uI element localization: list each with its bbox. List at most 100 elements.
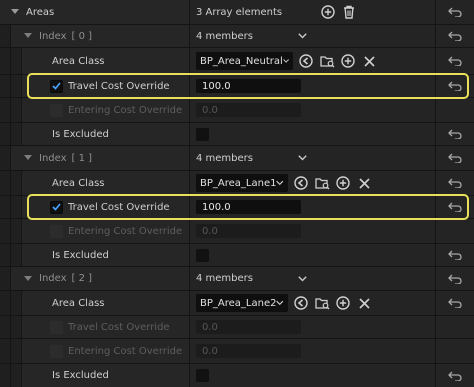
chevron-down-icon bbox=[283, 59, 289, 63]
entering-cost-checkbox[interactable] bbox=[50, 224, 63, 238]
entering-cost-checkbox[interactable] bbox=[50, 103, 63, 117]
reset-icon bbox=[448, 250, 462, 260]
is-excluded-row: Is Excluded bbox=[0, 364, 474, 387]
reset-icon bbox=[448, 81, 462, 91]
reset-area-class-button[interactable] bbox=[435, 291, 474, 315]
add-icon bbox=[341, 54, 355, 68]
chevron-down-icon[interactable] bbox=[21, 33, 35, 39]
clear-button[interactable] bbox=[356, 295, 372, 311]
use-selected-icon bbox=[294, 176, 308, 190]
members-count: 4 members bbox=[196, 30, 253, 42]
trash-icon bbox=[344, 5, 355, 19]
use-selected-icon bbox=[299, 54, 313, 68]
clear-button[interactable] bbox=[361, 53, 377, 69]
reset-index-button[interactable] bbox=[435, 146, 474, 170]
chevron-down-icon[interactable] bbox=[21, 275, 35, 282]
reset-icon bbox=[448, 31, 462, 41]
area-class-value: BP_Area_Lane2 bbox=[200, 297, 277, 309]
browse-button[interactable] bbox=[314, 295, 330, 311]
index-row: Index [ 0 ] 4 members bbox=[0, 25, 474, 47]
reset-travel-cost-button[interactable] bbox=[435, 75, 474, 97]
is-excluded-row: Is Excluded bbox=[0, 244, 474, 266]
reset-column bbox=[435, 98, 474, 122]
area-class-combo[interactable]: BP_Area_Lane1 bbox=[196, 174, 288, 192]
add-button[interactable] bbox=[340, 53, 356, 69]
areas-row: Areas 3 Array elements bbox=[0, 0, 474, 24]
chevron-down-icon[interactable] bbox=[8, 9, 22, 15]
area-class-combo[interactable]: BP_Area_Neutral bbox=[196, 52, 293, 70]
is-excluded-checkbox[interactable] bbox=[196, 248, 209, 262]
reset-icon bbox=[448, 153, 462, 163]
is-excluded-checkbox[interactable] bbox=[196, 369, 209, 382]
reset-column bbox=[435, 316, 474, 338]
areas-label: Areas bbox=[26, 6, 55, 18]
reset-is-excluded-button[interactable] bbox=[435, 123, 474, 145]
travel-cost-checkbox[interactable] bbox=[50, 79, 63, 93]
entering-cost-checkbox[interactable] bbox=[50, 344, 63, 358]
entering-cost-label: Entering Cost Override bbox=[68, 225, 183, 237]
reset-is-excluded-button[interactable] bbox=[435, 244, 474, 266]
reset-column bbox=[435, 339, 474, 363]
add-button[interactable] bbox=[335, 175, 351, 191]
is-excluded-row: Is Excluded bbox=[0, 123, 474, 145]
reset-icon bbox=[448, 7, 462, 17]
use-selected-button[interactable] bbox=[293, 295, 309, 311]
travel-cost-field[interactable]: 100.0 bbox=[196, 200, 301, 214]
add-button[interactable] bbox=[335, 295, 351, 311]
browse-button[interactable] bbox=[319, 53, 335, 69]
use-selected-icon bbox=[294, 296, 308, 310]
is-excluded-checkbox[interactable] bbox=[196, 127, 209, 141]
chevron-down-icon[interactable] bbox=[21, 155, 35, 161]
is-excluded-label: Is Excluded bbox=[52, 370, 109, 381]
reset-travel-cost-button[interactable] bbox=[435, 196, 474, 218]
area-class-row: Area Class BP_Area_Lane2 bbox=[0, 291, 474, 315]
close-icon bbox=[358, 177, 370, 189]
clear-button[interactable] bbox=[356, 175, 372, 191]
reset-is-excluded-button[interactable] bbox=[435, 364, 474, 387]
chevron-down-icon[interactable] bbox=[295, 275, 309, 282]
area-class-label: Area Class bbox=[52, 177, 105, 189]
is-excluded-label: Is Excluded bbox=[52, 128, 109, 140]
travel-cost-field[interactable]: 100.0 bbox=[196, 79, 301, 93]
area-class-value: BP_Area_Neutral bbox=[200, 55, 283, 67]
add-icon bbox=[336, 176, 350, 190]
area-class-label: Area Class bbox=[52, 297, 105, 309]
browse-button[interactable] bbox=[314, 175, 330, 191]
close-icon bbox=[358, 297, 370, 309]
travel-cost-label: Travel Cost Override bbox=[68, 321, 170, 333]
area-class-row: Area Class BP_Area_Lane1 bbox=[0, 171, 474, 195]
checkmark-icon bbox=[52, 203, 61, 211]
entering-cost-label: Entering Cost Override bbox=[68, 104, 183, 116]
index-row: Index [ 1 ] 4 members bbox=[0, 146, 474, 170]
is-excluded-label: Is Excluded bbox=[52, 249, 109, 261]
area-class-label: Area Class bbox=[52, 55, 105, 67]
chevron-down-icon bbox=[276, 180, 284, 186]
travel-cost-label: Travel Cost Override bbox=[68, 201, 170, 213]
add-element-button[interactable] bbox=[320, 4, 336, 20]
browse-icon bbox=[314, 177, 329, 189]
close-icon bbox=[363, 55, 375, 67]
reset-icon bbox=[448, 56, 462, 66]
use-selected-button[interactable] bbox=[293, 175, 309, 191]
entering-cost-field: 0.0 bbox=[196, 103, 301, 117]
travel-cost-checkbox[interactable] bbox=[50, 320, 63, 334]
travel-cost-checkbox[interactable] bbox=[50, 200, 63, 214]
reset-index-button[interactable] bbox=[435, 267, 474, 290]
chevron-down-icon[interactable] bbox=[295, 33, 309, 39]
reset-areas-button[interactable] bbox=[435, 0, 474, 24]
reset-area-class-button[interactable] bbox=[435, 48, 474, 74]
add-icon bbox=[321, 5, 335, 19]
reset-column bbox=[435, 219, 474, 243]
use-selected-button[interactable] bbox=[298, 53, 314, 69]
reset-index-button[interactable] bbox=[435, 25, 474, 47]
entering-cost-field: 0.0 bbox=[196, 344, 301, 358]
index-number: [ 2 ] bbox=[71, 273, 93, 284]
reset-icon bbox=[448, 274, 462, 284]
members-count: 4 members bbox=[196, 273, 253, 284]
area-class-combo[interactable]: BP_Area_Lane2 bbox=[196, 294, 288, 312]
chevron-down-icon[interactable] bbox=[295, 155, 309, 161]
add-icon bbox=[336, 296, 350, 310]
clear-elements-button[interactable] bbox=[341, 4, 357, 20]
areas-count: 3 Array elements bbox=[196, 6, 283, 18]
reset-area-class-button[interactable] bbox=[435, 171, 474, 195]
